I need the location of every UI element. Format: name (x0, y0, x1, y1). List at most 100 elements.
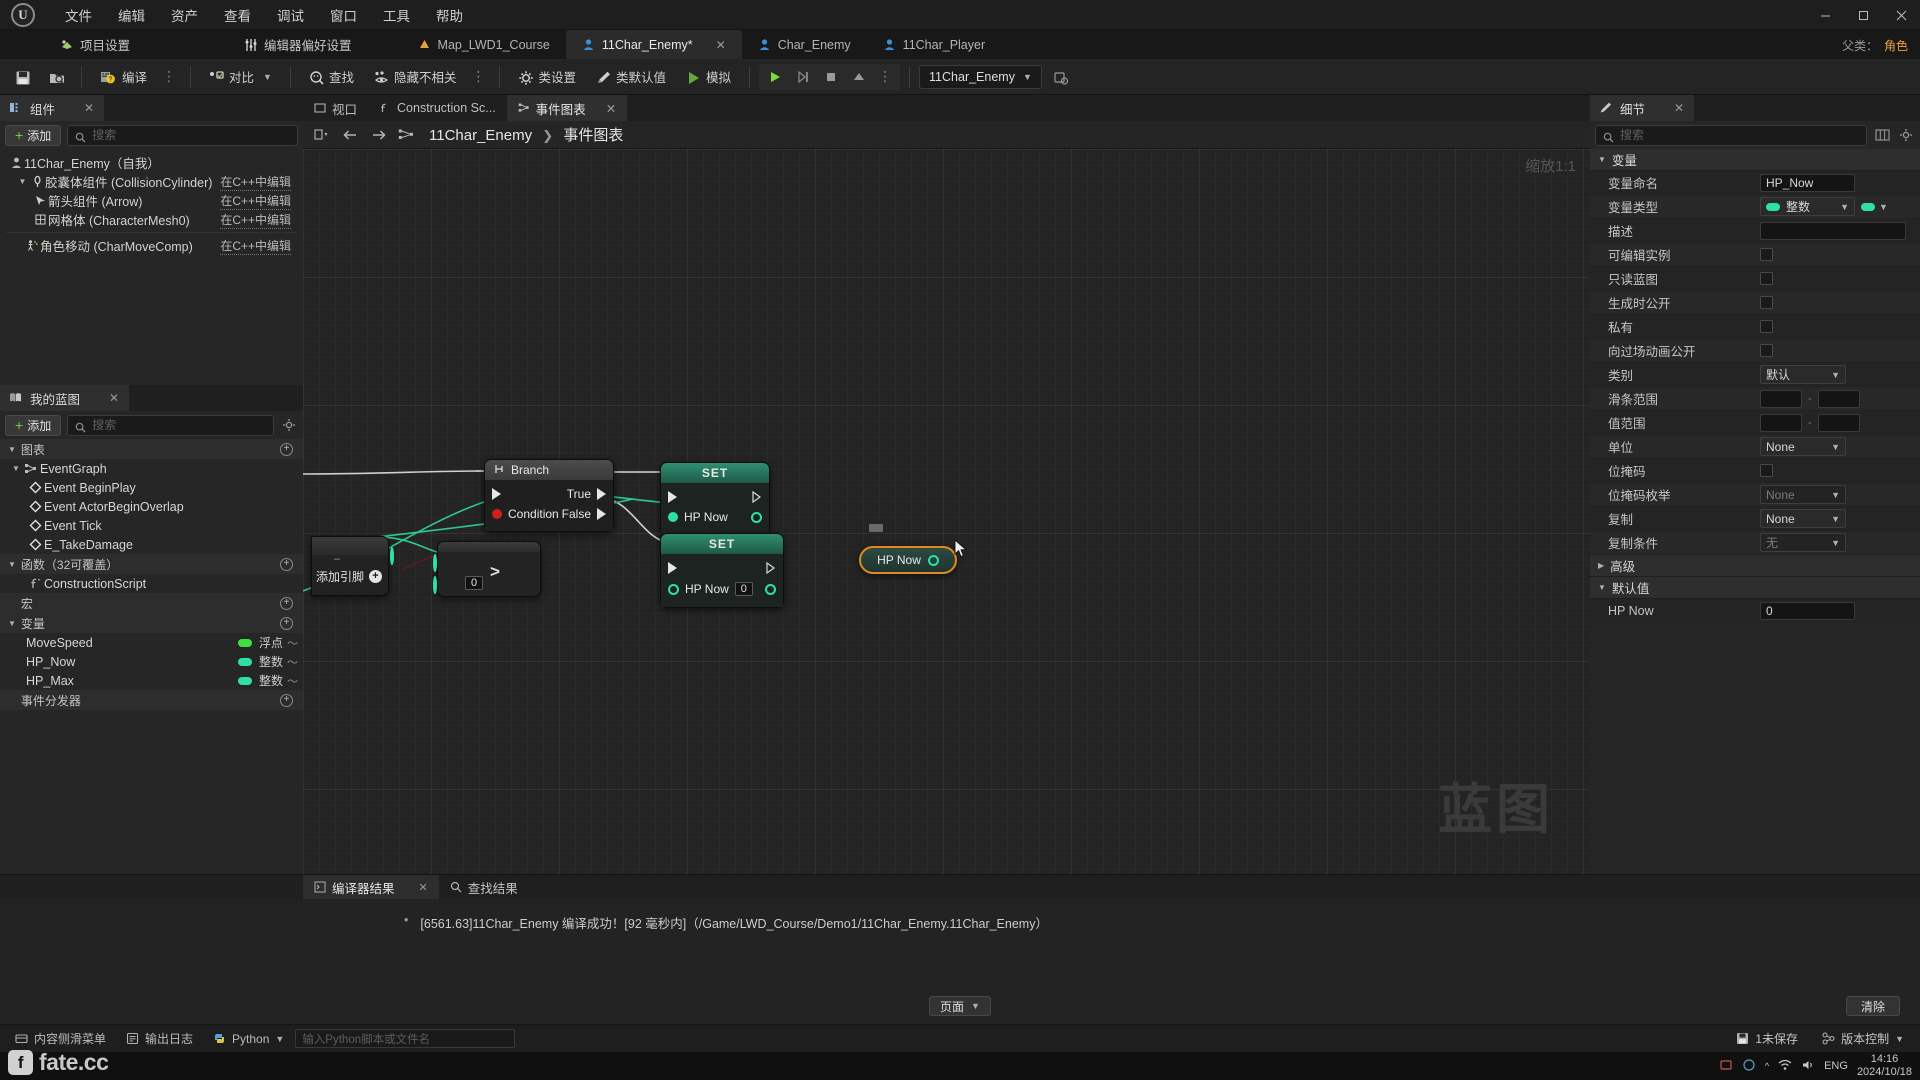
caret-down-icon[interactable]: ▼ (16, 177, 29, 186)
hp-now-default-input[interactable]: 0 (1760, 601, 1855, 620)
blueprint-readonly-checkbox[interactable] (1760, 272, 1773, 285)
section-graphs[interactable]: ▼ 图表 + (0, 439, 303, 459)
play-button[interactable] (762, 65, 788, 89)
exec-out-pin[interactable] (752, 491, 762, 503)
item-e-takedamage[interactable]: E_TakeDamage (0, 535, 303, 554)
compile-options-icon[interactable]: ⋮ (158, 68, 181, 85)
parent-class-value[interactable]: 角色 (1884, 37, 1908, 54)
myblueprint-add-button[interactable]: + 添加 (5, 414, 62, 436)
menu-help[interactable]: 帮助 (423, 1, 476, 29)
diff-button[interactable]: 对比 ▼ (200, 63, 281, 91)
node-greater-than[interactable]: 0 > (433, 541, 541, 597)
component-row-mesh[interactable]: 网格体 (CharacterMesh0) 在C++中编辑 (0, 210, 303, 229)
item-eventgraph[interactable]: ▼ EventGraph (0, 459, 303, 478)
myblueprint-settings-icon[interactable] (280, 416, 298, 434)
tab-char-enemy[interactable]: Char_Enemy (742, 30, 867, 59)
tab-find-results[interactable]: 查找结果 (439, 875, 529, 899)
exec-in-pin[interactable] (492, 488, 501, 500)
node-add-pin[interactable]: – 添加引脚 + (311, 536, 394, 596)
components-add-button[interactable]: + 添加 (5, 124, 62, 146)
slider-range-min-input[interactable] (1760, 389, 1802, 408)
menu-tools[interactable]: 工具 (370, 1, 423, 29)
exec-out-false[interactable]: False (562, 507, 606, 521)
play-options-icon[interactable]: ⋮ (874, 68, 897, 85)
hpnow-in-pin[interactable]: HP Now (668, 510, 728, 524)
output-log-button[interactable]: 输出日志 (117, 1028, 202, 1050)
menu-edit[interactable]: 编辑 (105, 1, 158, 29)
blueprint-debug-button[interactable] (1044, 63, 1076, 91)
step-button[interactable] (790, 65, 816, 89)
hide-unrelated-button[interactable]: 隐藏不相关 (365, 63, 466, 91)
tray-chevron-icon[interactable]: ^ (1765, 1061, 1769, 1071)
save-button[interactable] (6, 63, 38, 91)
private-checkbox[interactable] (1760, 320, 1773, 333)
node-get-hpnow[interactable]: HP Now (859, 546, 957, 574)
navigate-back-button[interactable] (341, 126, 359, 144)
python-selector[interactable]: Python ▼ (204, 1028, 293, 1050)
navigate-forward-button[interactable] (369, 126, 387, 144)
project-settings-shortcut[interactable]: 项目设置 (46, 30, 144, 59)
compiler-message-row[interactable]: • [6561.63]11Char_Enemy 编译成功！[92 毫秒内]（/G… (24, 913, 1920, 932)
source-control-button[interactable]: 版本控制 ▼ (1812, 1028, 1914, 1050)
close-button[interactable] (1882, 0, 1920, 30)
variable-row-movespeed[interactable]: MoveSpeed 浮点 〜 (0, 633, 303, 652)
variable-row-hpnow[interactable]: HP_Now 整数 〜 (0, 652, 303, 671)
stop-button[interactable] (818, 65, 844, 89)
add-graph-icon[interactable]: + (280, 442, 293, 456)
editable-instance-checkbox[interactable] (1760, 248, 1773, 261)
bitmask-enum-combo[interactable]: None ▼ (1760, 485, 1846, 504)
node-comment-handle[interactable] (869, 524, 883, 532)
hpnow-in-pin[interactable]: HP Now 0 (668, 582, 753, 596)
details-columns-icon[interactable] (1873, 126, 1891, 144)
section-event-dispatchers[interactable]: ▼ 事件分发器 + (0, 690, 303, 710)
tray-icon-1[interactable] (1719, 1058, 1733, 1075)
exec-in-pin[interactable] (668, 562, 677, 574)
component-row-charmove[interactable]: 角色移动 (CharMoveComp) 在C++中编辑 (0, 236, 303, 255)
caret-down-icon[interactable]: ▼ (10, 464, 22, 473)
variable-name-input[interactable]: HP_Now (1760, 173, 1855, 192)
editor-preferences-shortcut[interactable]: 编辑器偏好设置 (230, 30, 366, 59)
edit-in-cpp-link[interactable]: 在C++中编辑 (220, 173, 291, 191)
operand-b-value[interactable]: 0 (465, 576, 484, 590)
compile-button[interactable]: ? 编译 (91, 63, 156, 91)
menu-file[interactable]: 文件 (52, 1, 105, 29)
addpin-out-pin[interactable] (390, 547, 394, 565)
variable-type-combo[interactable]: 整数 ▼ (1760, 197, 1855, 216)
menu-window[interactable]: 窗口 (317, 1, 370, 29)
description-input[interactable] (1760, 221, 1906, 240)
tab-event-graph[interactable]: 事件图表 ✕ (506, 95, 628, 121)
hpnow-out-pin[interactable] (751, 511, 762, 523)
maximize-button[interactable] (1844, 0, 1882, 30)
close-icon[interactable]: ✕ (84, 101, 94, 115)
tab-construction-script[interactable]: Construction Sc... (368, 95, 507, 121)
tab-close-icon[interactable]: ✕ (716, 38, 726, 52)
details-search-input[interactable] (1620, 128, 1859, 142)
myblueprint-search-box[interactable] (67, 414, 274, 436)
unsaved-changes-button[interactable]: 1未保存 (1726, 1028, 1808, 1050)
blueprint-canvas[interactable]: 缩放1:1 蓝图 Branch True Condition False SET… (303, 149, 1590, 874)
add-dispatcher-icon[interactable]: + (280, 693, 293, 707)
item-constructionscript[interactable]: ConstructionScript (0, 574, 303, 593)
components-search-box[interactable] (67, 124, 298, 146)
variable-row-hpmax[interactable]: HP_Max 整数 〜 (0, 671, 303, 690)
hpnow-value-input[interactable]: 0 (734, 582, 753, 596)
tray-icon-2[interactable] (1742, 1058, 1756, 1075)
hpnow-out-pin[interactable] (765, 583, 776, 595)
blueprint-selector[interactable]: 11Char_Enemy ▼ (919, 64, 1042, 89)
int-pin-ring[interactable] (927, 554, 939, 566)
expose-on-spawn-checkbox[interactable] (1760, 296, 1773, 309)
exec-out-pin[interactable] (766, 562, 776, 574)
content-drawer-button[interactable]: 内容侧滑菜单 (6, 1028, 115, 1050)
graph-options-icon[interactable] (313, 126, 331, 144)
item-event-tick[interactable]: Event Tick (0, 516, 303, 535)
details-tab[interactable]: 细节 ✕ (1590, 95, 1695, 121)
close-icon[interactable]: ✕ (419, 881, 428, 894)
section-macros[interactable]: ▼ 宏 + (0, 593, 303, 613)
components-tab[interactable]: 组件 ✕ (0, 95, 105, 121)
component-row-self[interactable]: 11Char_Enemy（自我） (0, 153, 303, 172)
close-icon[interactable]: ✕ (109, 391, 119, 405)
exec-out-true[interactable]: True (567, 487, 606, 501)
menu-asset[interactable]: 资产 (158, 1, 211, 29)
eject-button[interactable] (846, 65, 872, 89)
tab-11char-enemy[interactable]: 11Char_Enemy* ✕ (565, 30, 742, 59)
